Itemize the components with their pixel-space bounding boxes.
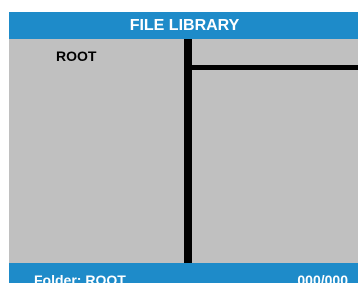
file-list-pane[interactable]: [192, 39, 358, 263]
file-list-header-divider: [192, 65, 358, 70]
folder-tree-pane[interactable]: ROOT: [9, 39, 184, 263]
file-library-panel: ROOT: [9, 39, 358, 263]
pane-divider-vertical[interactable]: [184, 39, 192, 263]
current-folder-label: Folder: ROOT: [34, 272, 126, 283]
tree-root-item[interactable]: ROOT: [56, 48, 96, 64]
file-count-label: 000/000: [297, 272, 348, 283]
status-bar: Folder: ROOT 000/000: [9, 263, 358, 283]
window-title: FILE LIBRARY: [9, 12, 358, 39]
